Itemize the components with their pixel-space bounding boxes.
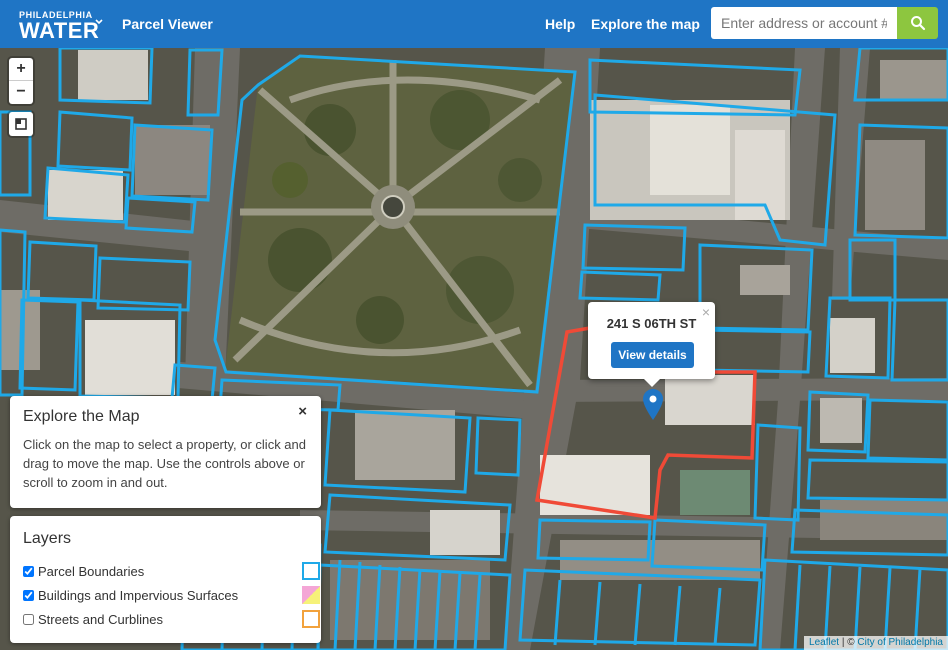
explore-map-panel: Explore the Map Click on the map to sele… bbox=[10, 396, 321, 508]
zoom-control: + − bbox=[9, 58, 33, 104]
layer-row-buildings[interactable]: Buildings and Impervious Surfaces bbox=[23, 586, 320, 606]
city-of-philadelphia-link[interactable]: City of Philadelphia bbox=[857, 637, 943, 648]
brand-big-text: WATER bbox=[19, 18, 100, 43]
explore-panel-body: Click on the map to select a property, o… bbox=[23, 437, 306, 490]
view-details-button[interactable]: View details bbox=[611, 342, 694, 368]
philadelphia-water-logo[interactable]: PHILADELPHIA WATER bbox=[19, 10, 99, 42]
layer-row-streets[interactable]: Streets and Curblines bbox=[23, 610, 320, 630]
fullscreen-button[interactable] bbox=[9, 112, 33, 136]
layer-swatch-parcel bbox=[302, 562, 320, 580]
layer-row-parcel-boundaries[interactable]: Parcel Boundaries bbox=[23, 562, 320, 582]
search-button[interactable] bbox=[897, 7, 938, 39]
layer-checkbox-streets[interactable] bbox=[23, 614, 34, 625]
layers-panel-title: Layers bbox=[23, 530, 72, 547]
top-navbar: PHILADELPHIA WATER Parcel Viewer Help Ex… bbox=[0, 0, 948, 48]
app-title: Parcel Viewer bbox=[122, 16, 213, 32]
map-attribution: Leaflet | © City of Philadelphia bbox=[804, 636, 948, 650]
attribution-separator: | © bbox=[839, 637, 858, 648]
zoom-in-button[interactable]: + bbox=[9, 58, 33, 81]
nav-explore-link[interactable]: Explore the map bbox=[591, 16, 700, 32]
explore-panel-title: Explore the Map bbox=[23, 408, 140, 425]
layer-swatch-streets bbox=[302, 610, 320, 628]
layer-checkbox-parcel-boundaries[interactable] bbox=[23, 566, 34, 577]
layer-label: Streets and Curblines bbox=[38, 612, 164, 627]
map-marker-icon[interactable] bbox=[643, 389, 663, 420]
explore-panel-close-button[interactable]: × bbox=[298, 403, 307, 420]
washington-square-park bbox=[225, 56, 575, 390]
chevron-down-icon[interactable] bbox=[94, 17, 104, 27]
leaflet-link[interactable]: Leaflet bbox=[809, 637, 839, 648]
popup-address: 241 S 06TH ST bbox=[606, 316, 697, 331]
search-icon bbox=[910, 16, 925, 31]
fullscreen-icon bbox=[15, 118, 27, 130]
nav-help-link[interactable]: Help bbox=[545, 16, 575, 32]
layer-label: Parcel Boundaries bbox=[38, 564, 145, 579]
layer-label: Buildings and Impervious Surfaces bbox=[38, 588, 239, 603]
popup-tip bbox=[643, 378, 661, 387]
layer-checkbox-buildings[interactable] bbox=[23, 590, 34, 601]
layer-swatch-buildings bbox=[302, 586, 320, 604]
parcel-popup: × 241 S 06TH ST View details bbox=[588, 302, 715, 379]
search-input[interactable] bbox=[711, 7, 897, 39]
zoom-out-button[interactable]: − bbox=[9, 81, 33, 104]
